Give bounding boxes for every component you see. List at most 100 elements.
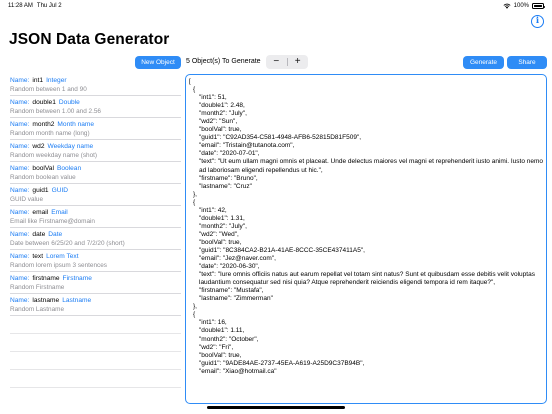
field-name-prefix: Name: — [10, 275, 30, 282]
field-row[interactable]: Name: double1 Double Random between 1.00 an… — [10, 96, 181, 118]
json-line: [ — [189, 78, 191, 85]
field-row[interactable]: Name: int1 Integer Random between 1 and 90 — [10, 74, 181, 96]
field-row[interactable]: Name: firstname Firstname Random Firstname — [10, 272, 181, 294]
new-object-button[interactable]: New Object — [135, 56, 181, 69]
status-date: Thu Jul 2 — [36, 3, 62, 9]
json-line: }, — [193, 303, 197, 311]
json-line: "month2": "July", — [199, 222, 247, 230]
field-name: firstname — [32, 275, 60, 282]
field-name: email — [32, 209, 49, 216]
field-name: text — [32, 253, 44, 260]
field-row[interactable]: Name: boolVal Boolean Random boolean value — [10, 162, 181, 184]
json-line: "guid1": "9ADE84AE-2737-45EA-A619-A25D9C… — [199, 359, 365, 367]
json-line: "lastname": "Zimmerman" — [199, 295, 273, 303]
json-line: "email": "Tristain@tutanota.com", — [199, 142, 295, 150]
field-name-prefix: Name: — [10, 121, 30, 128]
json-line: "double1": 1.11, — [199, 327, 245, 335]
field-name: guid1 — [32, 187, 49, 194]
field-name-prefix: Name: — [10, 209, 30, 216]
json-line: "lastname": "Cruz" — [199, 182, 252, 190]
field-name-prefix: Name: — [10, 165, 30, 172]
generate-button[interactable]: Generate — [463, 56, 504, 69]
field-row[interactable]: Name: email Email Email like Firstname@doma… — [10, 206, 181, 228]
object-count-label: 5 Object(s) To Generate — [186, 58, 261, 65]
info-icon[interactable]: i — [531, 15, 544, 28]
object-count-stepper[interactable]: − + — [266, 55, 308, 69]
field-row[interactable]: Name: text Lorem Text Random lorem ipsum 3 … — [10, 250, 181, 272]
field-name: double1 — [32, 99, 56, 106]
empty-row — [10, 352, 181, 370]
field-list: Name: int1 Integer Random between 1 and 90 N… — [10, 74, 181, 388]
json-line: }, — [193, 190, 197, 198]
wifi-icon — [503, 3, 511, 9]
json-line: "wd2": "Sun", — [199, 118, 238, 126]
json-line: "boolVal": true, — [199, 126, 242, 134]
field-description: Email like Firstname@domain — [10, 218, 95, 225]
page-title: JSON Data Generator — [9, 31, 170, 48]
field-name-prefix: Name: — [10, 77, 30, 84]
json-line: "email": "Jez@naver.com", — [199, 255, 276, 263]
field-row[interactable]: Name: wd2 Weekday name Random weekday name … — [10, 140, 181, 162]
field-description: Random between 1 and 90 — [10, 86, 87, 93]
field-row[interactable]: Name: guid1 GUID GUID value — [10, 184, 181, 206]
field-name: lastname — [32, 297, 60, 304]
json-line: "int1": 42, — [199, 206, 227, 214]
json-line: "double1": 1.31, — [199, 214, 245, 222]
field-description: Random lorem ipsum 3 sentences — [10, 262, 107, 269]
field-description: Random between 1.00 and 2.56 — [10, 108, 101, 115]
field-type: Date — [48, 231, 63, 238]
json-line: "month2": "July", — [199, 110, 247, 118]
json-line: "boolVal": true, — [199, 351, 242, 359]
status-bar: 11:28 AM Thu Jul 2 100% — [0, 0, 552, 12]
field-description: GUID value — [10, 196, 44, 203]
decrement-button[interactable]: − — [266, 55, 287, 69]
field-name-prefix: Name: — [10, 187, 30, 194]
field-description: Random month name (long) — [10, 130, 90, 137]
field-type: Email — [51, 209, 68, 216]
field-name: int1 — [32, 77, 44, 84]
battery-percentage: 100% — [513, 3, 529, 9]
json-line: "firstname": "Bruno", — [199, 174, 258, 182]
field-row[interactable]: Name: month2 Month name Random month name (… — [10, 118, 181, 140]
field-type: Integer — [46, 77, 67, 84]
field-type: Weekday name — [47, 143, 94, 150]
home-indicator — [207, 406, 345, 409]
field-row[interactable]: Name: date Date Date between 6/25/20 and 7/… — [10, 228, 181, 250]
field-name-prefix: Name: — [10, 231, 30, 238]
field-name: wd2 — [32, 143, 45, 150]
json-line: { — [193, 86, 196, 94]
field-name-prefix: Name: — [10, 253, 30, 260]
field-type: GUID — [51, 187, 69, 194]
json-line: "date": "2020-06-30", — [199, 263, 260, 271]
status-time: 11:28 AM — [8, 3, 33, 9]
field-row[interactable]: Name: lastname Lastname Random Lastname — [10, 294, 181, 316]
field-name: boolVal — [32, 165, 54, 172]
field-type: Lastname — [62, 297, 92, 304]
json-line: "double1": 2.48, — [199, 102, 245, 110]
json-line: "guid1": "C92AD354-C581-4948-AFB6-52815D… — [199, 134, 362, 142]
json-line: { — [193, 311, 196, 319]
json-line: "date": "2020-07-01", — [199, 150, 260, 158]
increment-button[interactable]: + — [287, 55, 308, 69]
json-line: "text": "Iure omnis officiis natus aut e… — [199, 271, 537, 287]
empty-row — [10, 334, 181, 352]
json-line: "int1": 51, — [199, 94, 227, 102]
empty-row — [10, 370, 181, 388]
field-type: Double — [58, 99, 80, 106]
field-name: date — [32, 231, 46, 238]
field-type: Firstname — [62, 275, 92, 282]
json-output-textview[interactable]: [{"int1": 51, "double1": 2.48, "month2": "… — [185, 74, 547, 404]
share-button[interactable]: Share — [507, 56, 547, 69]
field-name-prefix: Name: — [10, 99, 30, 106]
field-description: Random Firstname — [10, 284, 65, 291]
field-type: Month name — [57, 121, 95, 128]
field-name-prefix: Name: — [10, 143, 30, 150]
json-line: "wd2": "Fri", — [199, 343, 234, 351]
field-name: month2 — [32, 121, 55, 128]
json-line: "firstname": "Mustafa", — [199, 287, 264, 295]
field-description: Date between 6/25/20 and 7/2/20 (short) — [10, 240, 125, 247]
json-line: { — [193, 198, 196, 206]
battery-icon — [532, 3, 545, 9]
field-description: Random Lastname — [10, 306, 64, 313]
field-description: Random boolean value — [10, 174, 76, 181]
